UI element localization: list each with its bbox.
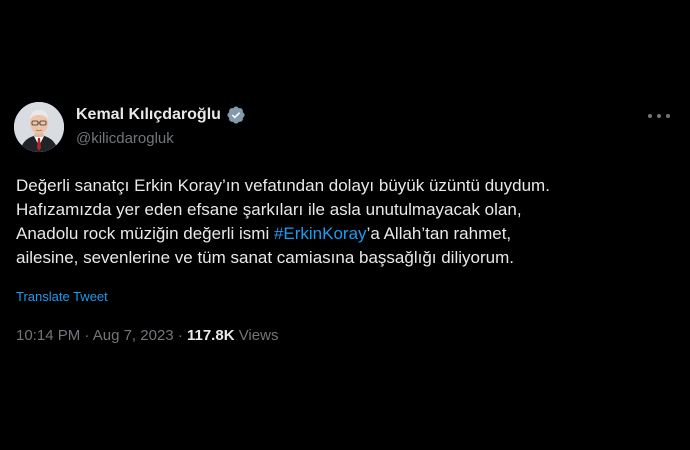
more-options-button[interactable] (646, 106, 672, 126)
tweet-date[interactable]: Aug 7, 2023 (93, 327, 174, 344)
more-horizontal-icon-dot (657, 114, 661, 118)
meta-separator: · (177, 327, 183, 344)
meta-separator: · (84, 327, 90, 344)
tweet-line: Değerli sanatçı Erkin Koray’ın vefatında… (16, 176, 550, 195)
author-handle[interactable]: @kilicdarogluk (76, 130, 174, 147)
profile-photo (14, 102, 64, 152)
more-horizontal-icon-dot (666, 114, 670, 118)
more-horizontal-icon (648, 114, 652, 118)
author-display-name[interactable]: Kemal Kılıçdaroğlu (76, 106, 221, 124)
tweet-line-text: Anadolu rock müziğin değerli ismi (16, 224, 274, 243)
tweet-text: Değerli sanatçı Erkin Koray’ın vefatında… (16, 174, 676, 270)
hashtag-link[interactable]: #ErkinKoray (274, 224, 367, 243)
views-label: Views (238, 327, 279, 344)
translate-tweet-link[interactable]: Translate Tweet (16, 289, 108, 304)
views-count[interactable]: 117.8K (187, 327, 235, 344)
tweet-line: Hafızamızda yer eden efsane şarkıları il… (16, 200, 522, 219)
tweet-meta: 10:14 PM · Aug 7, 2023 · 117.8K Views (16, 327, 278, 344)
author-name-row[interactable]: Kemal Kılıçdaroğlu (76, 104, 246, 126)
avatar[interactable] (14, 102, 64, 152)
tweet-line-text: ’a Allah’tan rahmet, (366, 224, 512, 243)
tweet-line: Anadolu rock müziğin değerli ismi #Erkin… (16, 222, 676, 246)
verified-badge-icon (226, 105, 246, 125)
tweet-line: ailesine, sevenlerine ve tüm sanat camia… (16, 248, 514, 267)
tweet-time[interactable]: 10:14 PM (16, 327, 80, 344)
